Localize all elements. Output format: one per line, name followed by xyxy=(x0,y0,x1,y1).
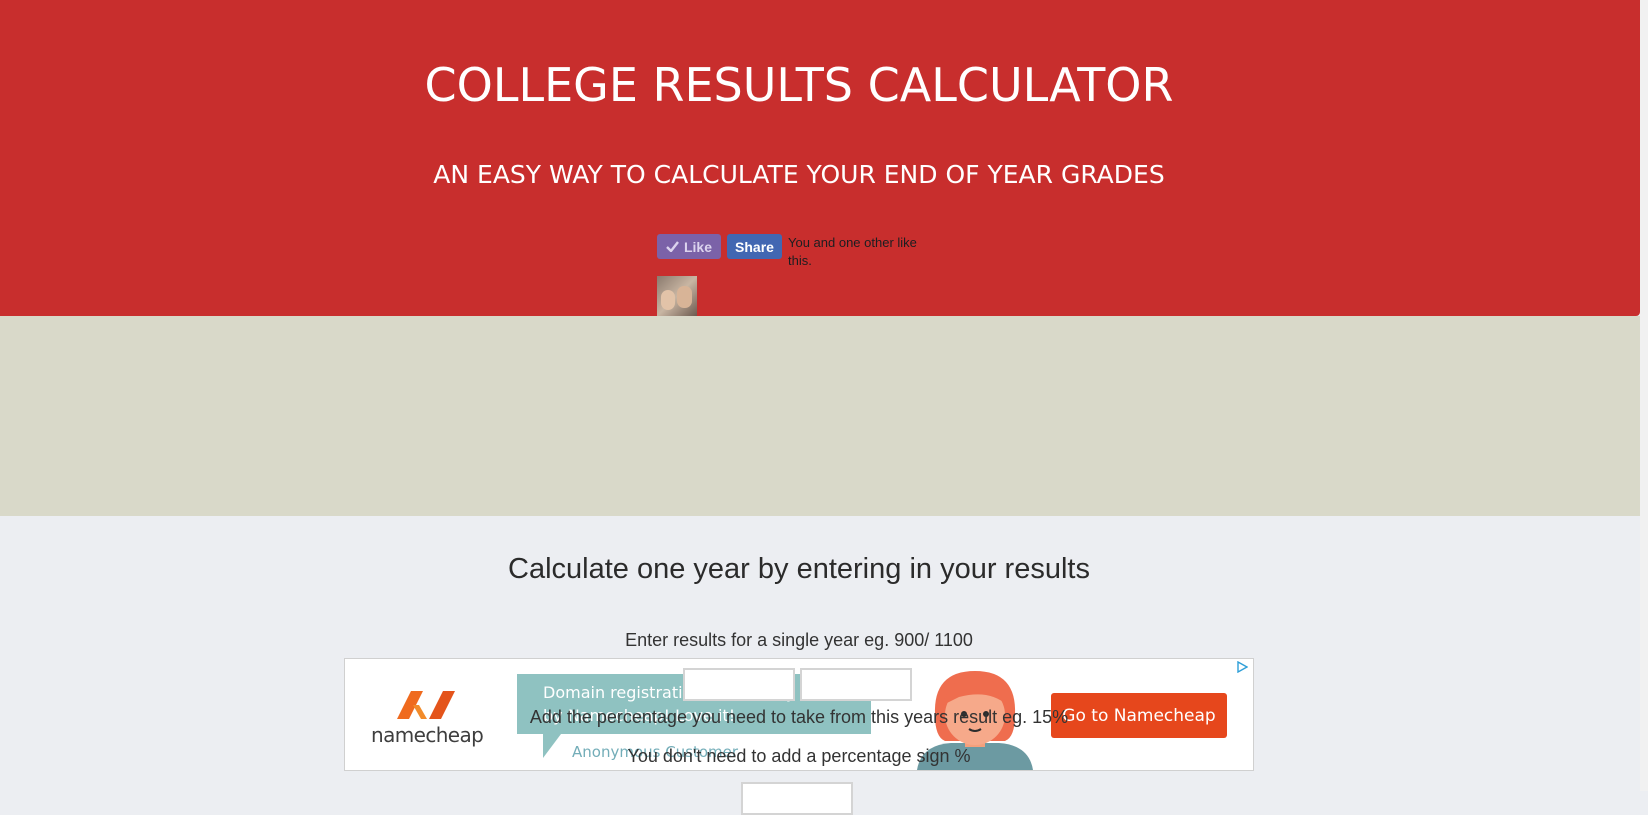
percentage-input[interactable] xyxy=(741,782,853,815)
page-subtitle: AN EASY WAY TO CALCULATE YOUR END OF YEA… xyxy=(433,160,1165,189)
score-input[interactable] xyxy=(683,668,795,701)
ad-band: namecheap Domain registration made easy … xyxy=(0,316,1640,771)
like-label: Like xyxy=(683,238,712,255)
total-input[interactable] xyxy=(800,668,912,701)
percentage-instruction: Add the percentage you need to take from… xyxy=(529,707,1069,727)
social-like-text: You and one other like this. xyxy=(788,235,917,268)
calculator-heading: Calculate one year by entering in your r… xyxy=(508,553,1090,585)
ad-choices-icon[interactable] xyxy=(1234,660,1250,677)
facebook-like-button[interactable]: Like xyxy=(657,234,721,259)
facebook-share-button[interactable]: Share xyxy=(727,234,782,259)
page-title: COLLEGE RESULTS CALCULATOR xyxy=(424,58,1174,112)
percentage-note: You don't need to add a percentage sign … xyxy=(627,746,971,766)
hero-banner: COLLEGE RESULTS CALCULATOR AN EASY WAY T… xyxy=(0,0,1640,316)
checkmark-icon xyxy=(666,239,679,255)
results-instruction: Enter results for a single year eg. 900/… xyxy=(625,630,973,650)
scrollbar[interactable] xyxy=(1640,0,1648,791)
avatar[interactable] xyxy=(657,276,697,316)
